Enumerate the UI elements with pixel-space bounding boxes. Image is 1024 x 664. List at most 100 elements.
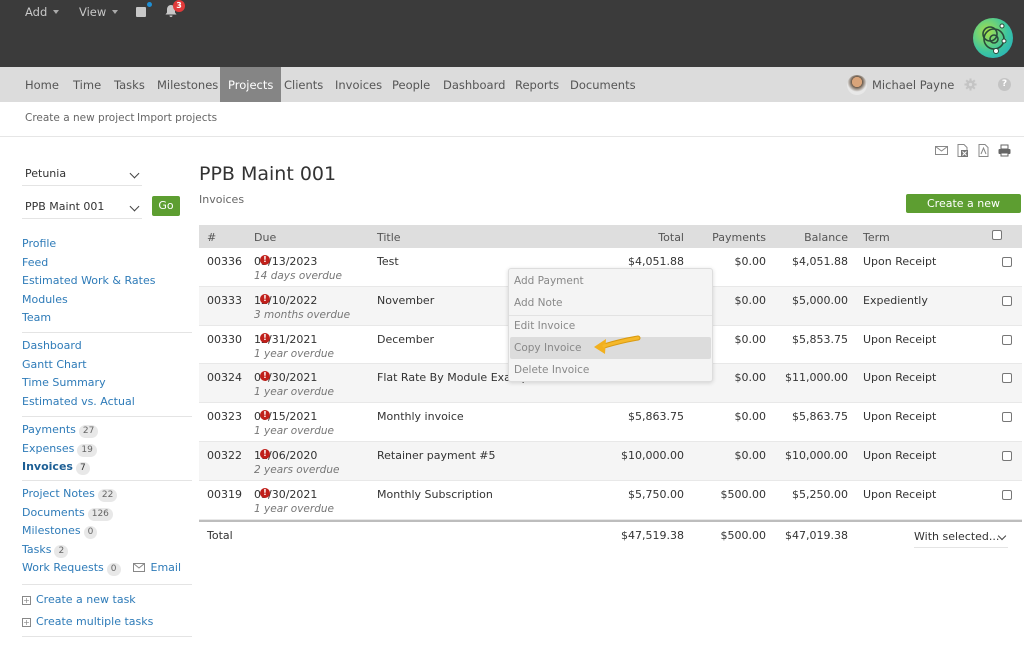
nav-invoices[interactable]: Invoices xyxy=(327,67,390,102)
invoice-title[interactable]: Test xyxy=(377,255,399,268)
with-selected-dropdown[interactable]: With selected... xyxy=(914,530,1008,548)
menu-delete-invoice[interactable]: Delete Invoice xyxy=(510,359,711,381)
nav-milestones[interactable]: Milestones xyxy=(149,67,226,102)
print-icon[interactable] xyxy=(998,144,1011,157)
sidebar-item-expenses[interactable]: Expenses 19 xyxy=(22,442,192,461)
invoice-title[interactable]: Retainer payment #5 xyxy=(377,449,496,462)
sidebar-item-dashboard[interactable]: Dashboard xyxy=(22,339,192,358)
user-name[interactable]: Michael Payne xyxy=(872,78,954,92)
go-button[interactable]: Go xyxy=(152,196,180,216)
invoice-balance: $10,000.00 xyxy=(785,448,848,462)
checkbox-box xyxy=(1002,489,1012,500)
sidebar-item-invoices[interactable]: Invoices 7 xyxy=(22,460,192,479)
sidebar-group-billing: Payments 27 Expenses 19 Invoices 7 xyxy=(22,423,192,479)
email-icon[interactable] xyxy=(935,144,948,157)
invoice-balance: $5,250.00 xyxy=(792,487,848,501)
page-title: PPB Maint 001 xyxy=(199,163,337,185)
invoice-number[interactable]: 00333 xyxy=(207,294,242,307)
header-title[interactable]: Title xyxy=(377,231,401,244)
nav-home[interactable]: Home xyxy=(17,67,67,102)
header-term[interactable]: Term xyxy=(863,231,890,244)
checkbox-box xyxy=(1002,373,1012,384)
sidebar-item-documents[interactable]: Documents 126 xyxy=(22,506,192,525)
nav-time[interactable]: Time xyxy=(65,67,109,102)
header-total[interactable]: Total xyxy=(658,231,684,244)
invoice-title[interactable]: Monthly Subscription xyxy=(377,488,493,501)
invoice-payments: $0.00 xyxy=(734,293,767,307)
invoice-term: Expediently xyxy=(863,293,928,307)
invoice-number[interactable]: 00336 xyxy=(207,255,242,268)
documents-label: Documents xyxy=(22,505,85,519)
invoice-title[interactable]: Monthly invoice xyxy=(377,410,464,423)
sidebar-item-tasks[interactable]: Tasks 2 xyxy=(22,543,192,562)
invoice-number[interactable]: 00323 xyxy=(207,410,242,423)
overdue-text: 14 days overdue xyxy=(254,270,343,282)
select-all-checkbox[interactable] xyxy=(992,230,1002,243)
invoice-number[interactable]: 00324 xyxy=(207,371,242,384)
invoice-context-menu: Add Payment Add Note Edit Invoice Copy I… xyxy=(508,268,713,382)
client-select-value: Petunia xyxy=(25,167,67,180)
header-num[interactable]: # xyxy=(207,231,216,244)
menu-add-payment[interactable]: Add Payment xyxy=(510,270,711,292)
create-new-task-link[interactable]: + Create a new task xyxy=(22,593,192,615)
chevron-down-icon xyxy=(129,168,140,179)
invoice-total: $4,051.88 xyxy=(628,255,684,268)
view-menu[interactable]: View xyxy=(79,5,119,19)
invoice-number[interactable]: 00319 xyxy=(207,488,242,501)
invoice-title[interactable]: Flat Rate By Module Examp xyxy=(377,371,529,384)
sidebar-item-estimated-work[interactable]: Estimated Work & Rates xyxy=(22,274,192,293)
invoice-balance: $5,863.75 xyxy=(792,410,848,424)
invoice-number[interactable]: 00330 xyxy=(207,333,242,346)
note-icon[interactable] xyxy=(136,7,146,17)
sidebar-group-items: Project Notes 22 Documents 126 Milestones 0… xyxy=(22,487,192,580)
table-row[interactable]: 00323 06/15/2021! 1 year overdue Monthly in… xyxy=(199,403,1022,442)
create-multiple-tasks-link[interactable]: + Create multiple tasks xyxy=(22,615,192,637)
logo-rings-icon xyxy=(982,23,1007,54)
nav-reports[interactable]: Reports xyxy=(507,67,567,102)
pdf-export-icon[interactable] xyxy=(977,144,990,157)
create-project-link[interactable]: Create a new project xyxy=(25,112,134,124)
header-due[interactable]: Due xyxy=(254,231,276,244)
table-row[interactable]: 00319 05/30/2021! 1 year overdue Monthly Su… xyxy=(199,481,1022,520)
sidebar-item-profile[interactable]: Profile xyxy=(22,237,192,256)
envelope-icon xyxy=(132,563,145,573)
help-icon[interactable]: ? xyxy=(998,78,1011,91)
sidebar-item-work-requests-row: Work Requests 0 Email xyxy=(22,561,192,580)
table-row[interactable]: 00322 11/06/2020! 2 years overdue Retainer … xyxy=(199,441,1022,481)
nav-tasks[interactable]: Tasks xyxy=(106,67,153,102)
client-select[interactable]: Petunia xyxy=(22,162,142,186)
sidebar-item-gantt-chart[interactable]: Gantt Chart xyxy=(22,358,192,377)
excel-export-icon[interactable] xyxy=(956,144,969,157)
nav-clients[interactable]: Clients xyxy=(276,67,331,102)
sidebar-item-feed[interactable]: Feed xyxy=(22,256,192,275)
sidebar-item-project-notes[interactable]: Project Notes 22 xyxy=(22,487,192,506)
user-avatar[interactable] xyxy=(847,75,867,95)
footer-total-label: Total xyxy=(207,528,233,542)
invoice-number[interactable]: 00322 xyxy=(207,449,242,462)
header-payments[interactable]: Payments xyxy=(712,231,766,244)
sidebar-item-time-summary[interactable]: Time Summary xyxy=(22,376,192,395)
nav-documents[interactable]: Documents xyxy=(562,67,644,102)
nav-projects[interactable]: Projects xyxy=(220,67,282,102)
app-logo[interactable] xyxy=(973,18,1013,58)
project-select[interactable]: PPB Maint 001 xyxy=(22,195,142,219)
add-menu[interactable]: Add xyxy=(25,5,60,19)
sidebar-item-modules[interactable]: Modules xyxy=(22,293,192,312)
email-link[interactable]: Email xyxy=(132,561,181,574)
menu-add-note[interactable]: Add Note xyxy=(510,292,711,314)
export-actions xyxy=(935,144,1011,157)
invoice-title[interactable]: November xyxy=(377,294,434,307)
gear-icon[interactable] xyxy=(964,78,977,91)
sidebar-item-team[interactable]: Team xyxy=(22,311,192,330)
create-invoice-button[interactable]: Create a new invoice xyxy=(906,194,1021,229)
invoice-title[interactable]: December xyxy=(377,333,434,346)
sidebar-item-work-requests[interactable]: Work Requests 0 xyxy=(22,561,121,577)
sidebar-item-milestones[interactable]: Milestones 0 xyxy=(22,524,192,543)
nav-dashboard[interactable]: Dashboard xyxy=(435,67,513,102)
sidebar-item-payments[interactable]: Payments 27 xyxy=(22,423,192,442)
invoice-payments: $500.00 xyxy=(720,487,767,501)
import-projects-link[interactable]: Import projects xyxy=(137,112,217,124)
sidebar-item-estimated-vs-actual[interactable]: Estimated vs. Actual xyxy=(22,395,192,414)
header-balance[interactable]: Balance xyxy=(804,231,848,244)
nav-people[interactable]: People xyxy=(384,67,438,102)
